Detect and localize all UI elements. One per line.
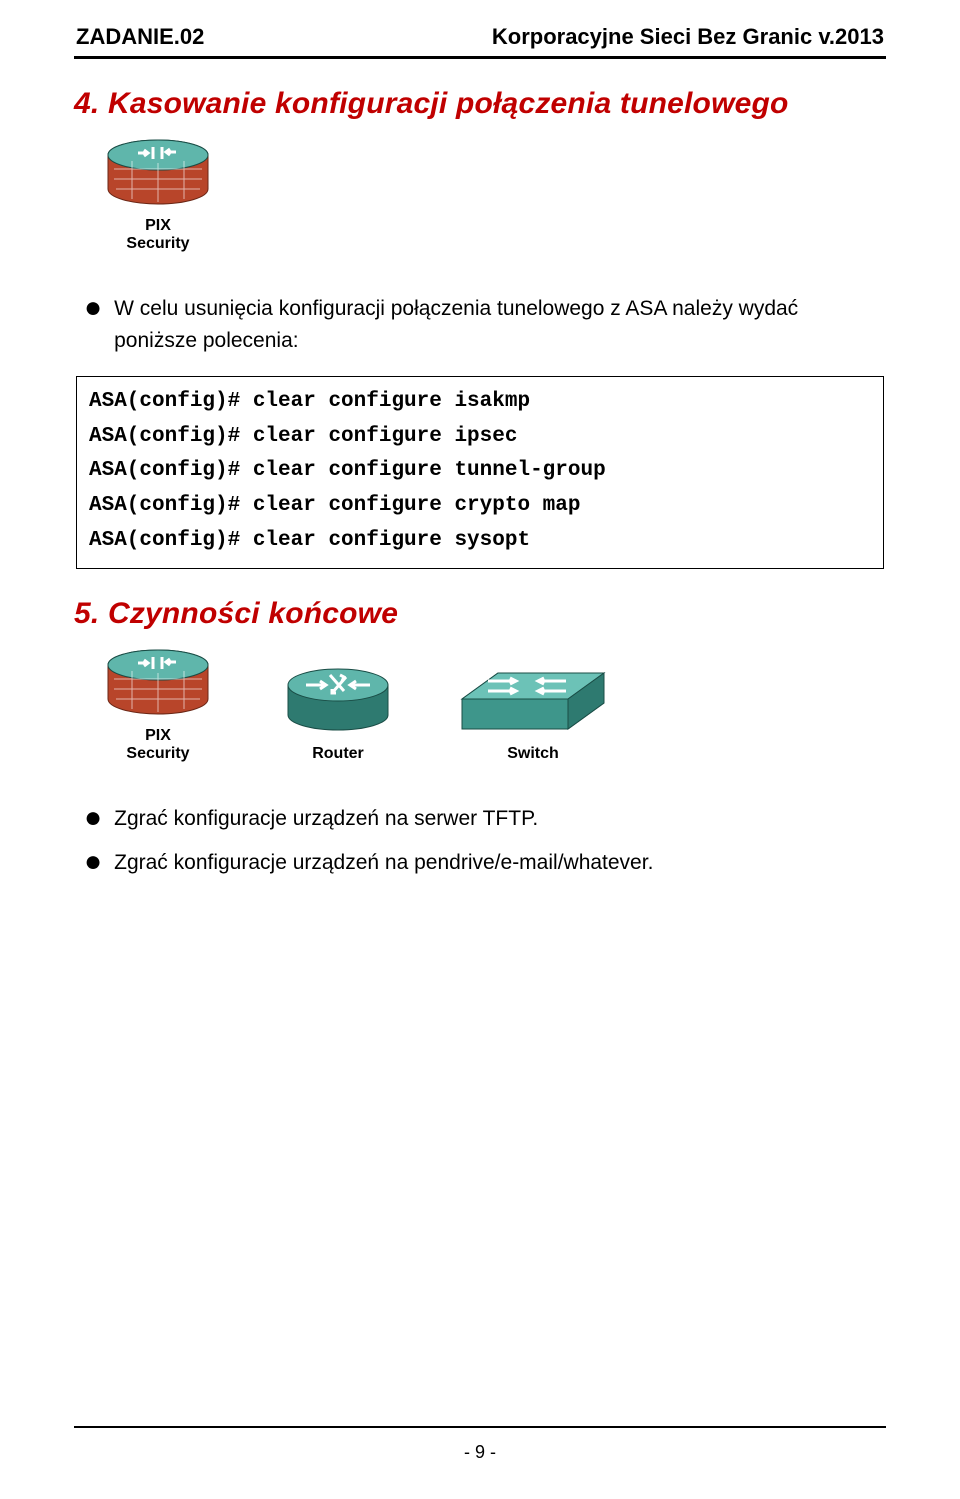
pix-device: PIX Security xyxy=(98,649,218,763)
pix-device: PIX Security xyxy=(98,139,218,253)
page-number: - 9 - xyxy=(74,1442,886,1463)
pix-icon xyxy=(106,649,210,717)
section4-device-row: PIX Security xyxy=(98,139,886,253)
footer-rule xyxy=(74,1426,886,1428)
switch-device: Switch xyxy=(458,649,608,763)
page-header: ZADANIE.02 Korporacyjne Sieci Bez Granic… xyxy=(74,24,886,54)
section4-code-block: ASA(config)# clear configure isakmp ASA(… xyxy=(76,376,884,569)
header-right: Korporacyjne Sieci Bez Granic v.2013 xyxy=(492,24,884,50)
pix-label: PIX Security xyxy=(126,727,189,763)
section5-bullet-1: Zgrać konfiguracje urządzeń na serwer TF… xyxy=(114,803,538,835)
switch-label: Switch xyxy=(507,745,559,763)
router-icon xyxy=(286,667,390,735)
section5-heading: 5. Czynności końcowe xyxy=(74,597,886,631)
footer: - 9 - xyxy=(74,1426,886,1463)
section5-bullet-2: Zgrać konfiguracje urządzeń na pendrive/… xyxy=(114,847,653,879)
bullet-dot-icon: ● xyxy=(84,297,102,319)
section4-intro-row: ● W celu usunięcia konfiguracji połączen… xyxy=(84,293,886,362)
pix-icon xyxy=(106,139,210,207)
section5-bullet-row-1: ● Zgrać konfiguracje urządzeń na serwer … xyxy=(84,803,886,841)
bullet-dot-icon: ● xyxy=(84,851,102,873)
router-label: Router xyxy=(312,745,364,763)
header-rule xyxy=(74,56,886,59)
section4-intro-text: W celu usunięcia konfiguracji połączenia… xyxy=(114,293,884,356)
section5-bullet-row-2: ● Zgrać konfiguracje urządzeń na pendriv… xyxy=(84,847,886,885)
header-left: ZADANIE.02 xyxy=(76,24,204,50)
section4-heading: 4. Kasowanie konfiguracji połączenia tun… xyxy=(74,87,886,121)
section5-device-row: PIX Security Router xyxy=(98,649,886,763)
bullet-dot-icon: ● xyxy=(84,807,102,829)
switch-icon xyxy=(458,669,608,735)
pix-label: PIX Security xyxy=(126,217,189,253)
router-device: Router xyxy=(278,649,398,763)
